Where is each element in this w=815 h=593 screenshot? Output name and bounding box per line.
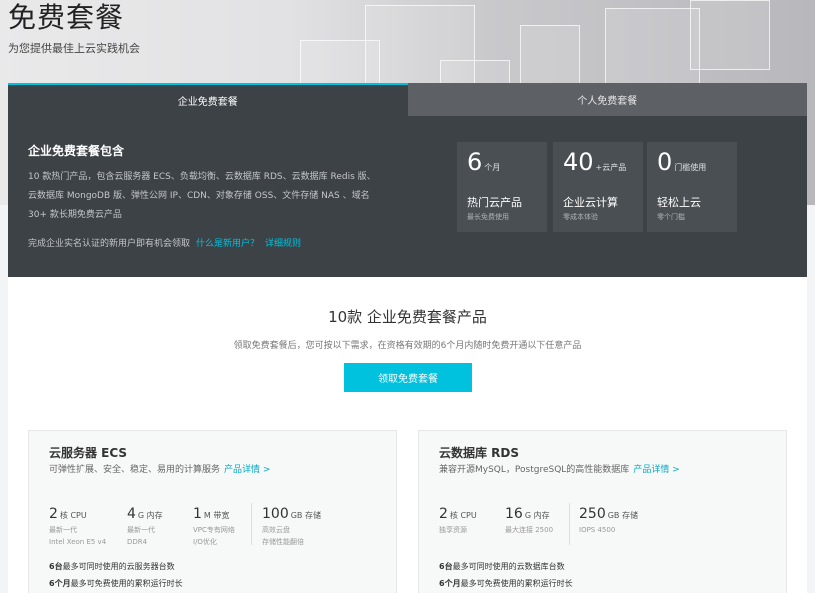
card-description: 兼容开源MySQL，PostgreSQL的高性能数据库 产品详情 >	[439, 462, 680, 475]
spec-line2: Intel Xeon E5 v4	[49, 538, 107, 546]
stat-sub: 零成本体验	[563, 213, 598, 221]
feature-max-instances: 6台最多可同时使用的云数据库台数	[439, 561, 565, 572]
hero-decor-cube	[605, 8, 700, 88]
spec-bandwidth: 1M 带宽 VPC专有网络 I/O优化	[193, 503, 235, 548]
spec-value: 2	[49, 506, 58, 522]
feature-max-duration: 6个月最多可免费使用的累积运行时长	[439, 578, 573, 589]
panel-note: 完成企业实名认证的新用户即有机会领取 什么是新用户？ 详细规则	[28, 236, 301, 249]
spec-line1: 独享资源	[439, 526, 467, 534]
stat-number: 6	[467, 148, 483, 176]
hero-decor-cube	[690, 0, 770, 70]
spec-line2: DDR4	[127, 538, 148, 546]
spec-line1: 最大连接 2500	[505, 526, 554, 534]
spec-unit: GB 存储	[607, 511, 638, 520]
spec-cpu: 2核 CPU 最新一代 Intel Xeon E5 v4	[49, 503, 106, 548]
card-desc-text: 兼容开源MySQL，PostgreSQL的高性能数据库	[439, 465, 630, 475]
spec-value: 250	[579, 506, 606, 522]
feature-highlight: 6台	[49, 562, 63, 571]
page-title: 免费套餐	[8, 1, 125, 34]
spec-line2: 存储性能翻倍	[262, 538, 304, 546]
feature-text: 最多可免费使用的累积运行时长	[70, 579, 183, 588]
feature-max-instances: 6台最多可同时使用的云服务器台数	[49, 561, 175, 572]
stat-card-cloud-products: 40 +云产品 企业云计算 零成本体验	[553, 142, 643, 232]
spec-unit: 核 CPU	[449, 511, 477, 520]
section-subtitle: 领取免费套餐后，您可按以下需求，在资格有效期的6个月内随时免费开通以下任意产品	[233, 341, 582, 351]
card-title: 云数据库 RDS	[439, 446, 520, 460]
panel-description: 10 款热门产品，包含云服务器 ECS、负载均衡、云数据库 RDS、云数据库 R…	[28, 172, 376, 220]
panel-title: 企业免费套餐包含	[28, 144, 125, 158]
spec-cpu: 2核 CPU 独享资源	[439, 503, 477, 536]
spec-unit: G 内存	[524, 511, 550, 520]
stat-number: 0	[657, 148, 673, 176]
spec-unit: G 内存	[137, 511, 163, 520]
card-title: 云服务器 ECS	[49, 446, 128, 460]
feature-highlight: 6台	[439, 562, 453, 571]
spec-line1: 最新一代	[49, 526, 77, 534]
stat-unit: 个月	[484, 163, 501, 172]
spec-value: 4	[127, 506, 136, 522]
feature-highlight: 6个月	[439, 579, 461, 588]
enterprise-plan-panel: 企业免费套餐包含 10 款热门产品，包含云服务器 ECS、负载均衡、云数据库 R…	[8, 116, 807, 277]
stat-card-zero-threshold: 0 门槛使用 轻松上云 零个门槛	[647, 142, 737, 232]
spec-line1: IOPS 4500	[579, 526, 616, 534]
stat-sub: 零个门槛	[657, 213, 685, 221]
feature-text: 最多可免费使用的累积运行时长	[460, 579, 573, 588]
spec-line1: 高效云盘	[262, 526, 290, 534]
panel-note-text: 完成企业实名认证的新用户即有机会领取	[28, 239, 191, 249]
spec-line2: I/O优化	[193, 538, 217, 546]
spec-divider	[569, 503, 570, 545]
feature-text: 最多可同时使用的云数据库台数	[452, 562, 565, 571]
product-details-link[interactable]: 产品详情 >	[633, 465, 679, 475]
feature-highlight: 6个月	[49, 579, 71, 588]
spec-storage: 100 GB 存储 高效云盘 存储性能翻倍	[262, 503, 321, 548]
stat-unit: 门槛使用	[674, 163, 707, 172]
feature-text: 最多可同时使用的云服务器台数	[62, 562, 175, 571]
spec-line1: 最新一代	[127, 526, 155, 534]
spec-value: 1	[193, 506, 202, 522]
tab-enterprise[interactable]: 企业免费套餐	[8, 83, 408, 116]
card-description: 可弹性扩展、安全、稳定、易用的计算服务 产品详情 >	[49, 462, 270, 475]
stat-number: 40	[563, 148, 594, 176]
spec-value: 2	[439, 506, 448, 522]
spec-memory: 4G 内存 最新一代 DDR4	[127, 503, 163, 548]
spec-divider	[251, 503, 252, 545]
tab-personal[interactable]: 个人免费套餐	[407, 83, 807, 116]
spec-line1: VPC专有网络	[193, 526, 235, 534]
stat-label: 热门云产品	[467, 196, 522, 209]
spec-value: 100	[262, 506, 289, 522]
spec-unit: 核 CPU	[59, 511, 87, 520]
spec-unit: GB 存储	[290, 511, 321, 520]
spec-memory: 16 G 内存 最大连接 2500	[505, 503, 553, 536]
spec-value: 16	[505, 506, 523, 522]
card-desc-text: 可弹性扩展、安全、稳定、易用的计算服务	[49, 465, 221, 475]
stat-unit: +云产品	[595, 163, 627, 172]
spec-storage: 250 GB 存储 IOPS 4500	[579, 503, 638, 536]
detailed-rules-link[interactable]: 详细规则	[265, 239, 301, 249]
what-is-new-user-link[interactable]: 什么是新用户？	[196, 239, 259, 249]
stat-label: 轻松上云	[657, 196, 701, 209]
feature-max-duration: 6个月最多可免费使用的累积运行时长	[49, 578, 183, 589]
product-details-link[interactable]: 产品详情 >	[224, 465, 270, 475]
claim-free-plan-button[interactable]: 领取免费套餐	[344, 363, 472, 392]
page-subtitle: 为您提供最佳上云实践机会	[8, 42, 140, 55]
products-section: 10款 企业免费套餐产品 领取免费套餐后，您可按以下需求，在资格有效期的6个月内…	[8, 277, 807, 593]
spec-unit: M 带宽	[203, 511, 230, 520]
stat-sub: 最长免费使用	[467, 213, 509, 221]
product-card-ecs: 云服务器 ECS 可弹性扩展、安全、稳定、易用的计算服务 产品详情 > 2核 CP…	[28, 430, 397, 593]
product-card-rds: 云数据库 RDS 兼容开源MySQL，PostgreSQL的高性能数据库 产品详情…	[418, 430, 787, 593]
stat-label: 企业云计算	[563, 196, 618, 209]
plan-tabs: 企业免费套餐 个人免费套餐	[8, 83, 807, 116]
section-title: 10款 企业免费套餐产品	[328, 308, 487, 326]
stat-card-hot-products: 6 个月 热门云产品 最长免费使用	[457, 142, 547, 232]
